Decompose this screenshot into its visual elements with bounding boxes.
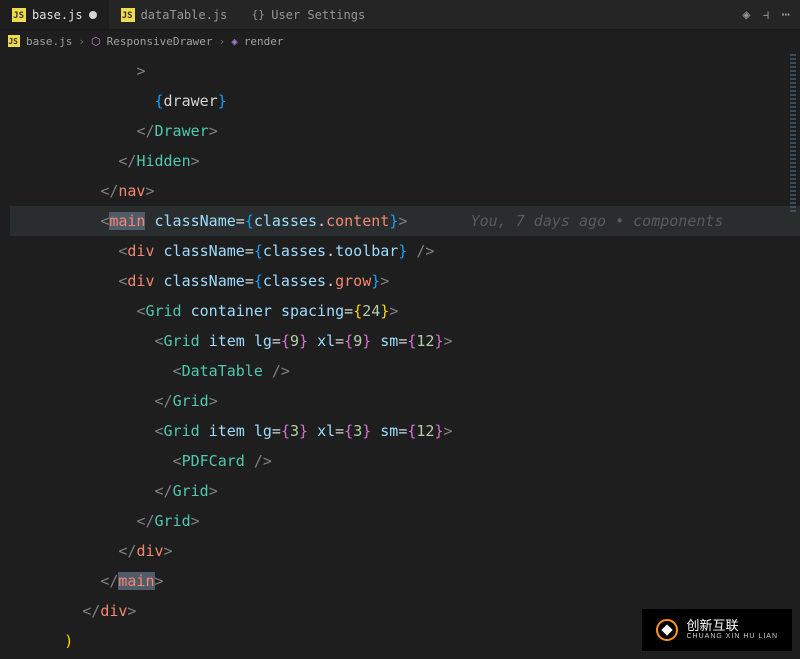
- breadcrumb[interactable]: JS base.js › ⬡ ResponsiveDrawer › ◈ rend…: [0, 30, 800, 52]
- editor-actions: ◈ ⫞ ⋯: [742, 7, 800, 23]
- watermark-sub: CHUANG XIN HU LIAN: [686, 633, 778, 641]
- settings-icon: {}: [251, 8, 265, 22]
- code-area: > {drawer} </Drawer> </Hidden> </nav> <m…: [10, 56, 800, 656]
- tab-base-js[interactable]: JS base.js: [0, 0, 109, 29]
- watermark-text: 创新互联: [686, 619, 778, 633]
- code-line: </Drawer>: [10, 116, 800, 146]
- code-line: </Grid>: [10, 476, 800, 506]
- code-line: </div>: [10, 536, 800, 566]
- code-line: <Grid container spacing={24}>: [10, 296, 800, 326]
- method-icon: ◈: [231, 35, 238, 48]
- code-line: <main className={classes.content}> You, …: [10, 206, 800, 236]
- symbol-icon: ⬡: [91, 35, 101, 48]
- js-icon: JS: [8, 35, 20, 47]
- code-line: {drawer}: [10, 86, 800, 116]
- code-line: </main>: [10, 566, 800, 596]
- code-line: <DataTable />: [10, 356, 800, 386]
- tab-label: base.js: [32, 8, 83, 22]
- code-line: </nav>: [10, 176, 800, 206]
- git-blame-annotation: You, 7 days ago • components: [471, 212, 724, 230]
- code-editor[interactable]: > {drawer} </Drawer> </Hidden> </nav> <m…: [0, 52, 800, 656]
- js-icon: JS: [12, 8, 26, 22]
- split-editor-icon[interactable]: ⫞: [763, 7, 770, 23]
- code-line: </Hidden>: [10, 146, 800, 176]
- code-line: >: [10, 56, 800, 86]
- watermark-logo-icon: [656, 619, 678, 641]
- breadcrumb-symbol: render: [244, 35, 284, 48]
- code-line: <Grid item lg={3} xl={3} sm={12}>: [10, 416, 800, 446]
- minimap[interactable]: [790, 54, 796, 214]
- chevron-right-icon: ›: [219, 35, 226, 48]
- code-line: <div className={classes.grow}>: [10, 266, 800, 296]
- code-line: <div className={classes.toolbar} />: [10, 236, 800, 266]
- code-line: <Grid item lg={9} xl={9} sm={12}>: [10, 326, 800, 356]
- watermark: 创新互联 CHUANG XIN HU LIAN: [642, 609, 792, 651]
- breadcrumb-symbol: ResponsiveDrawer: [107, 35, 213, 48]
- dirty-indicator-icon: [89, 11, 97, 19]
- tab-label: dataTable.js: [141, 8, 228, 22]
- code-line: <PDFCard />: [10, 446, 800, 476]
- code-line: </Grid>: [10, 506, 800, 536]
- code-line: </Grid>: [10, 386, 800, 416]
- compare-icon[interactable]: ◈: [742, 7, 750, 23]
- chevron-right-icon: ›: [78, 35, 85, 48]
- more-icon[interactable]: ⋯: [782, 7, 790, 23]
- js-icon: JS: [121, 8, 135, 22]
- tab-bar: JS base.js JS dataTable.js {} User Setti…: [0, 0, 800, 30]
- tab-datatable-js[interactable]: JS dataTable.js: [109, 0, 240, 29]
- tab-label: User Settings: [271, 8, 365, 22]
- tab-user-settings[interactable]: {} User Settings: [239, 0, 377, 29]
- breadcrumb-file: base.js: [26, 35, 72, 48]
